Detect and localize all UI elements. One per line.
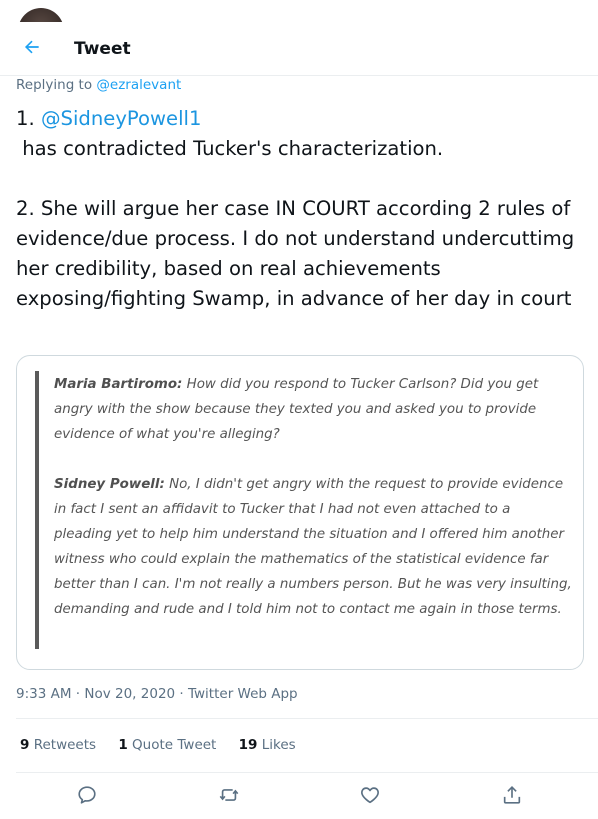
share-icon[interactable]	[501, 784, 523, 806]
retweet-icon[interactable]	[218, 784, 240, 806]
quotes-count: 1	[118, 737, 128, 753]
quote-bar	[35, 371, 39, 649]
page-title: Tweet	[74, 39, 131, 59]
tweet-text-rest: has contradicted Tucker's characterizati…	[16, 137, 575, 310]
tweet-text: 1. @SidneyPowell1 has contradicted Tucke…	[16, 104, 586, 314]
retweets-count: 9	[20, 737, 30, 753]
replying-prefix: Replying to	[16, 77, 97, 93]
likes-count: 19	[238, 737, 258, 753]
previous-tweet-strip	[0, 0, 598, 22]
header-bar: Tweet	[0, 22, 598, 76]
speaker-1: Maria Bartiromo:	[54, 377, 183, 392]
retweets-stat[interactable]: 9 Retweets	[20, 737, 96, 753]
action-bar	[0, 784, 598, 808]
divider	[16, 718, 598, 719]
speaker-2: Sidney Powell:	[54, 477, 165, 492]
quote-tweets-stat[interactable]: 1 Quote Tweet	[118, 737, 216, 753]
quote-image-card[interactable]: Maria Bartiromo: How did you respond to …	[16, 355, 584, 670]
likes-label: Likes	[257, 737, 296, 753]
avatar[interactable]	[18, 8, 64, 22]
likes-stat[interactable]: 19 Likes	[239, 737, 296, 753]
line1-prefix: 1.	[16, 107, 41, 130]
quotes-label: Quote Tweet	[127, 737, 217, 753]
divider	[16, 772, 598, 773]
mention-link[interactable]: @SidneyPowell1	[41, 107, 202, 130]
replying-to: Replying to @ezralevant	[16, 77, 181, 93]
back-arrow-icon[interactable]	[22, 37, 42, 57]
quote-2-text: No, I didn't get angry with the request …	[54, 477, 572, 617]
heart-icon[interactable]	[359, 784, 381, 806]
quote-text: Maria Bartiromo: How did you respond to …	[54, 372, 572, 622]
stats-row: 9 Retweets 1 Quote Tweet 19 Likes	[20, 737, 314, 753]
reply-icon[interactable]	[76, 784, 98, 806]
replying-handle-link[interactable]: @ezralevant	[96, 77, 181, 93]
quote-paragraph-1: Maria Bartiromo: How did you respond to …	[54, 372, 572, 447]
quote-paragraph-2: Sidney Powell: No, I didn't get angry wi…	[54, 472, 572, 622]
retweets-label: Retweets	[29, 737, 97, 753]
tweet-timestamp[interactable]: 9:33 AM · Nov 20, 2020 · Twitter Web App	[16, 686, 298, 702]
